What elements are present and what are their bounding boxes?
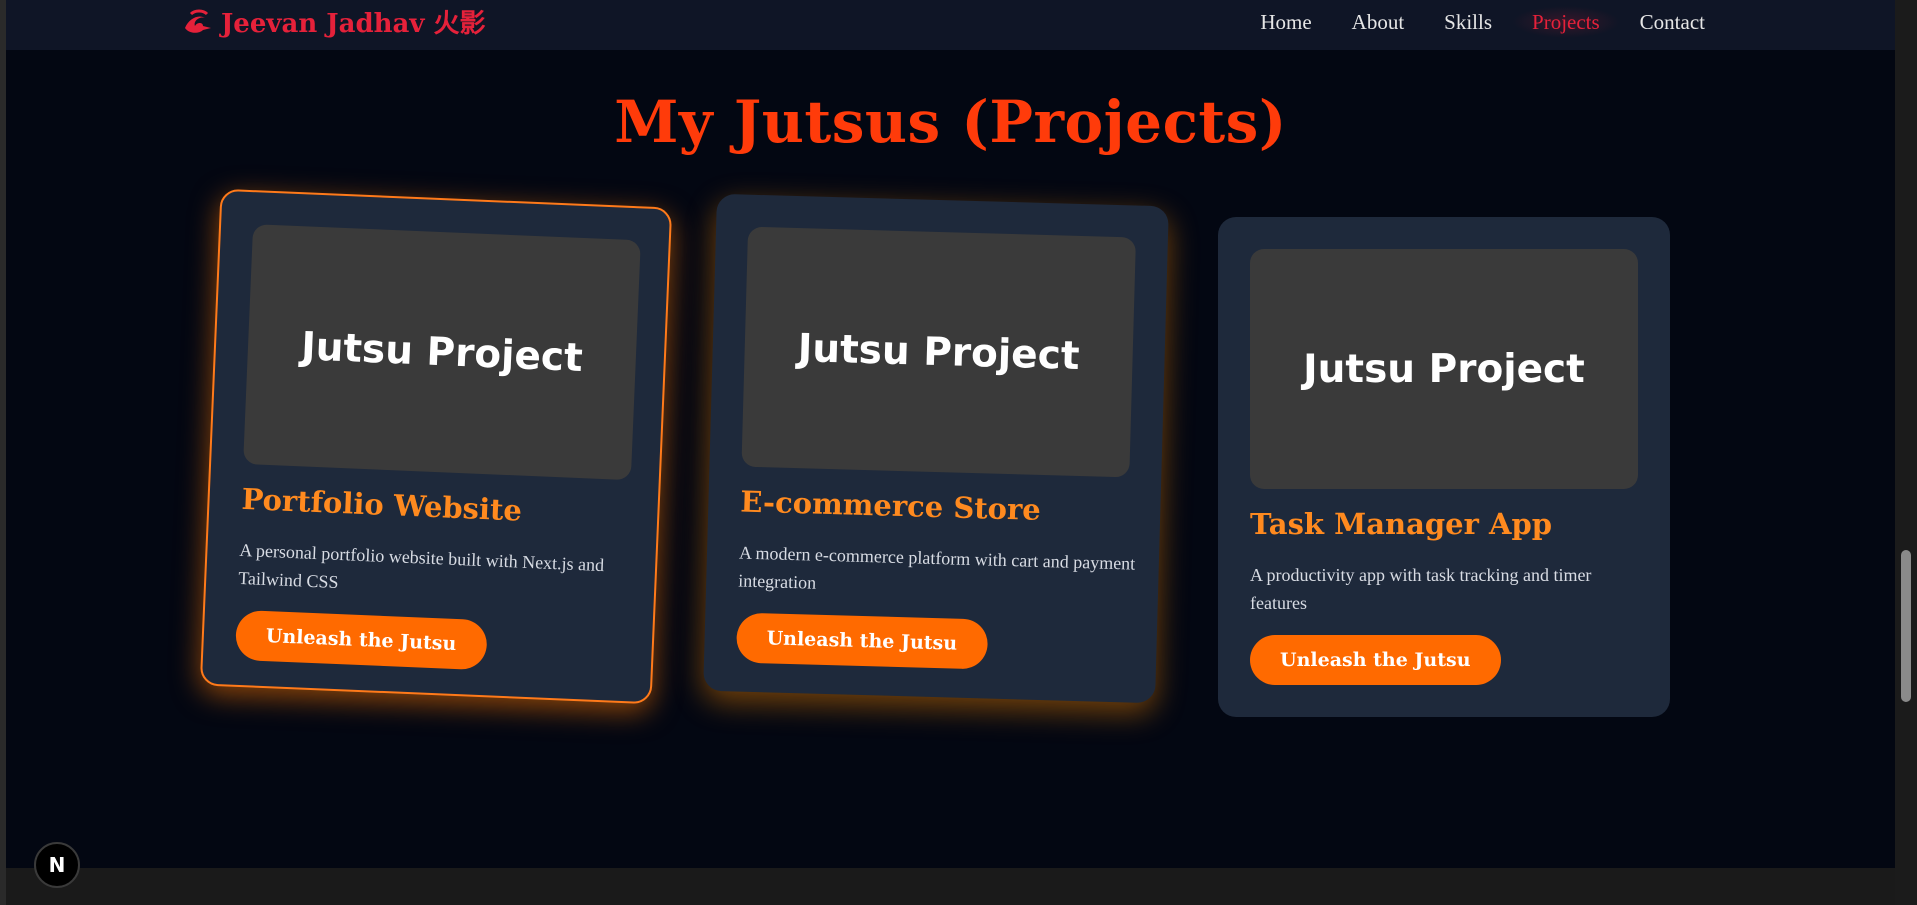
brand-name: Jeevan Jadhav 火影	[221, 8, 486, 39]
swirl-logo-icon	[181, 4, 215, 38]
nextjs-icon[interactable]: N	[34, 842, 80, 888]
section-title: My Jutsus (Projects)	[614, 88, 1287, 156]
project-description: A modern e-commerce platform with cart a…	[737, 542, 1136, 593]
project-card-ecommerce[interactable]: Jutsu Project E-commerce Store A modern …	[703, 193, 1169, 704]
project-thumbnail: Jutsu Project	[1250, 249, 1638, 489]
dev-badge-label: N	[48, 853, 66, 877]
nav-link-about[interactable]: About	[1332, 6, 1425, 38]
brand-logo[interactable]: Jeevan Jadhav 火影	[181, 4, 486, 39]
thumbnail-label: Jutsu Project	[797, 325, 1081, 379]
unleash-button[interactable]: Unleash the Jutsu	[234, 609, 488, 671]
main-nav: Home About Skills Projects Contact	[1240, 6, 1725, 38]
nav-link-skills[interactable]: Skills	[1424, 6, 1512, 38]
unleash-button[interactable]: Unleash the Jutsu	[1250, 635, 1501, 685]
project-card-task-manager[interactable]: Jutsu Project Task Manager App A product…	[1218, 217, 1670, 717]
nav-link-home[interactable]: Home	[1240, 6, 1331, 38]
project-description: A productivity app with task tracking an…	[1250, 565, 1592, 613]
project-title: Portfolio Website	[240, 481, 523, 528]
vertical-scrollbar[interactable]	[1895, 0, 1917, 905]
project-thumbnail: Jutsu Project	[243, 224, 641, 481]
thumbnail-label: Jutsu Project	[1303, 346, 1585, 392]
project-title: E-commerce Store	[739, 484, 1042, 527]
scrollbar-thumb[interactable]	[1901, 550, 1911, 702]
page: Jeevan Jadhav 火影 Home About Skills Proje…	[6, 0, 1895, 905]
project-card-portfolio[interactable]: Jutsu Project Portfolio Website A person…	[199, 188, 673, 705]
thumbnail-label: Jutsu Project	[300, 323, 584, 381]
nav-link-contact[interactable]: Contact	[1620, 6, 1725, 38]
project-description: A personal portfolio website built with …	[237, 539, 605, 593]
footer-strip	[6, 868, 1895, 905]
navbar: Jeevan Jadhav 火影 Home About Skills Proje…	[6, 0, 1895, 50]
unleash-button[interactable]: Unleash the Jutsu	[735, 612, 988, 670]
nav-link-projects[interactable]: Projects	[1512, 6, 1620, 38]
project-title: Task Manager App	[1250, 507, 1553, 541]
project-thumbnail: Jutsu Project	[741, 226, 1136, 478]
